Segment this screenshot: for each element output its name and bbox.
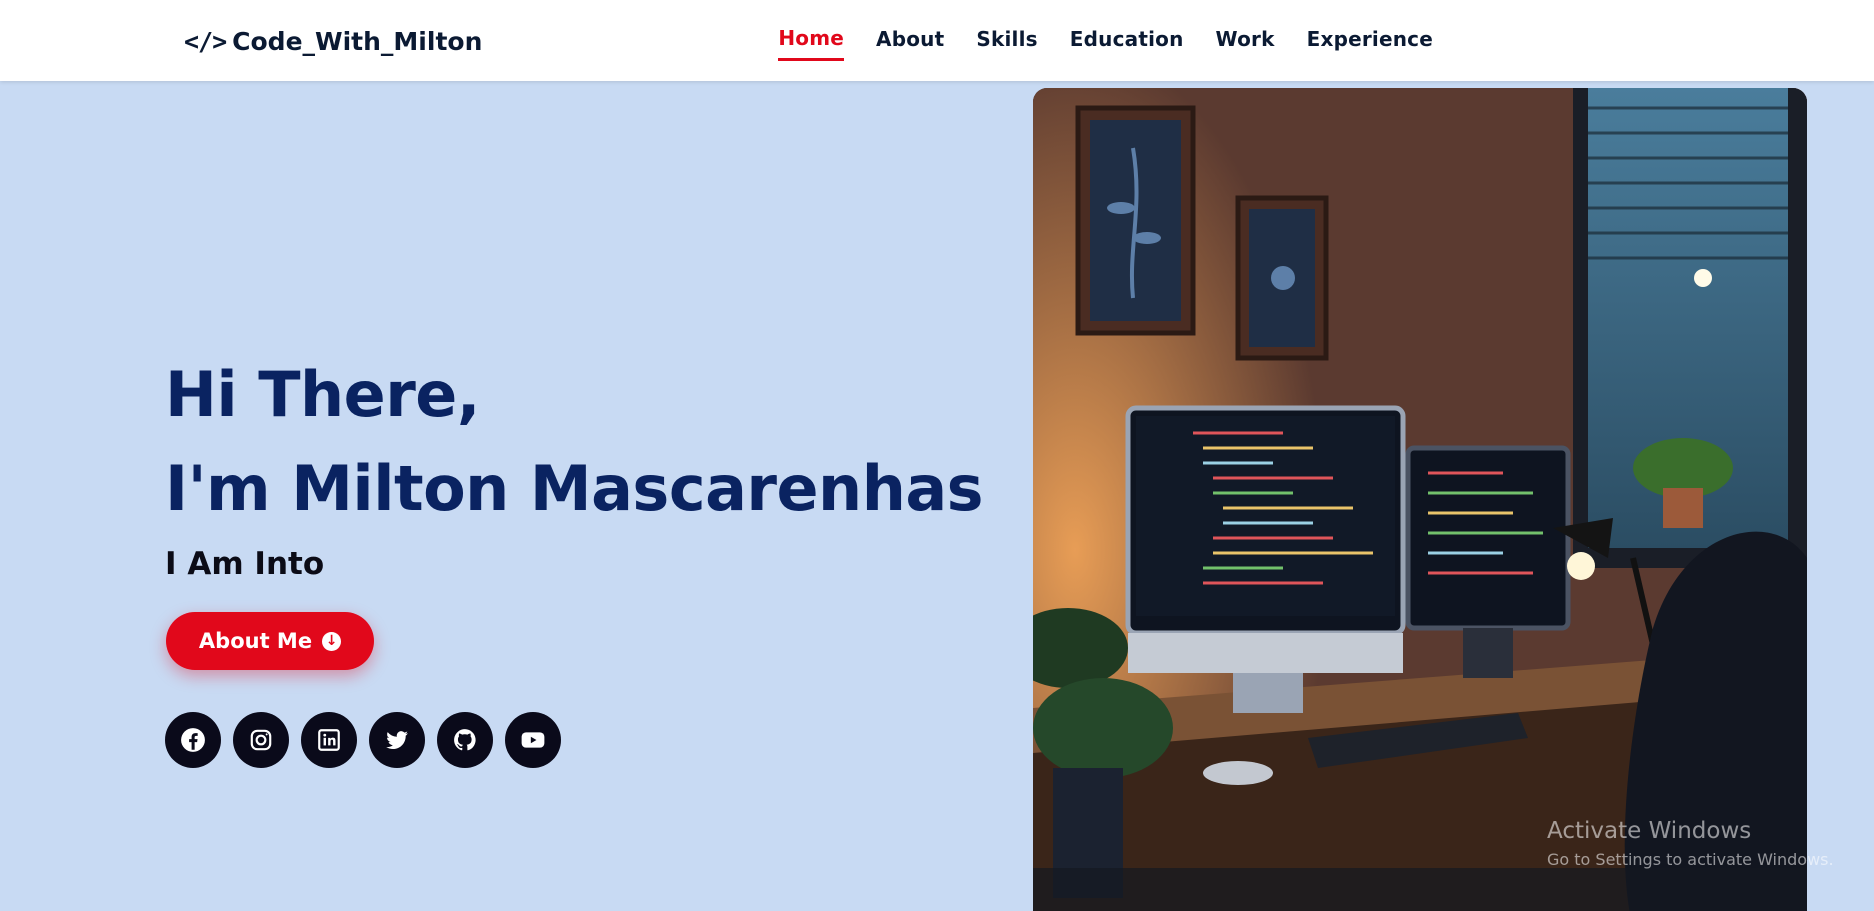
facebook-icon	[181, 728, 205, 752]
social-item-linkedin	[301, 712, 357, 768]
windows-activation-watermark: Activate Windows Go to Settings to activ…	[1547, 818, 1834, 869]
nav-item-experience: Experience	[1307, 23, 1433, 59]
watermark-subtitle: Go to Settings to activate Windows.	[1547, 850, 1834, 869]
brand-name: Code_With_Milton	[232, 26, 483, 56]
nav-link-skills[interactable]: Skills	[976, 23, 1037, 59]
about-me-label: About Me	[198, 629, 313, 653]
social-item-instagram	[233, 712, 289, 768]
nav-link-education[interactable]: Education	[1070, 23, 1184, 59]
about-me-button[interactable]: About Me ↓	[166, 612, 374, 670]
twitter-link[interactable]	[369, 712, 425, 768]
social-item-twitter	[369, 712, 425, 768]
nav-item-work: Work	[1216, 23, 1275, 59]
nav-link-about[interactable]: About	[876, 23, 944, 59]
nav-item-home: Home	[778, 22, 845, 61]
hero-typed-text: I Am Into	[165, 546, 325, 582]
social-item-youtube	[505, 712, 561, 768]
twitter-icon	[386, 731, 408, 749]
social-item-github	[437, 712, 493, 768]
nav-item-about: About	[876, 23, 944, 59]
nav-item-education: Education	[1070, 23, 1184, 59]
instagram-link[interactable]	[233, 712, 289, 768]
desk-setup-illustration	[1033, 88, 1807, 911]
brand-logo-link[interactable]: </> Code_With_Milton	[184, 22, 482, 60]
nav-link-home[interactable]: Home	[778, 22, 845, 61]
nav-link-work[interactable]: Work	[1216, 23, 1275, 59]
social-item-facebook	[165, 712, 221, 768]
arrow-down-circle-icon: ↓	[322, 631, 342, 651]
navbar: </> Code_With_Milton Home About Skills E…	[0, 0, 1874, 81]
github-icon	[454, 729, 476, 751]
linkedin-icon	[318, 729, 340, 751]
watermark-title: Activate Windows	[1547, 818, 1752, 844]
desk-setup-image	[1033, 88, 1807, 911]
hero-greeting-line2: I'm Milton Mascarenhas	[165, 452, 984, 525]
hero-greeting-line1: Hi There,	[165, 358, 480, 431]
github-link[interactable]	[437, 712, 493, 768]
nav-menu: Home About Skills Education Work Experie…	[778, 22, 1433, 61]
social-links	[165, 712, 561, 768]
nav-link-experience[interactable]: Experience	[1307, 23, 1433, 59]
code-icon: </>	[184, 26, 227, 56]
linkedin-link[interactable]	[301, 712, 357, 768]
youtube-link[interactable]	[505, 712, 561, 768]
youtube-icon	[521, 732, 545, 748]
nav-item-skills: Skills	[976, 23, 1037, 59]
facebook-link[interactable]	[165, 712, 221, 768]
hero-heading-block: Hi There, I'm Milton Mascarenhas I Am In…	[165, 348, 984, 582]
instagram-icon	[250, 729, 272, 751]
